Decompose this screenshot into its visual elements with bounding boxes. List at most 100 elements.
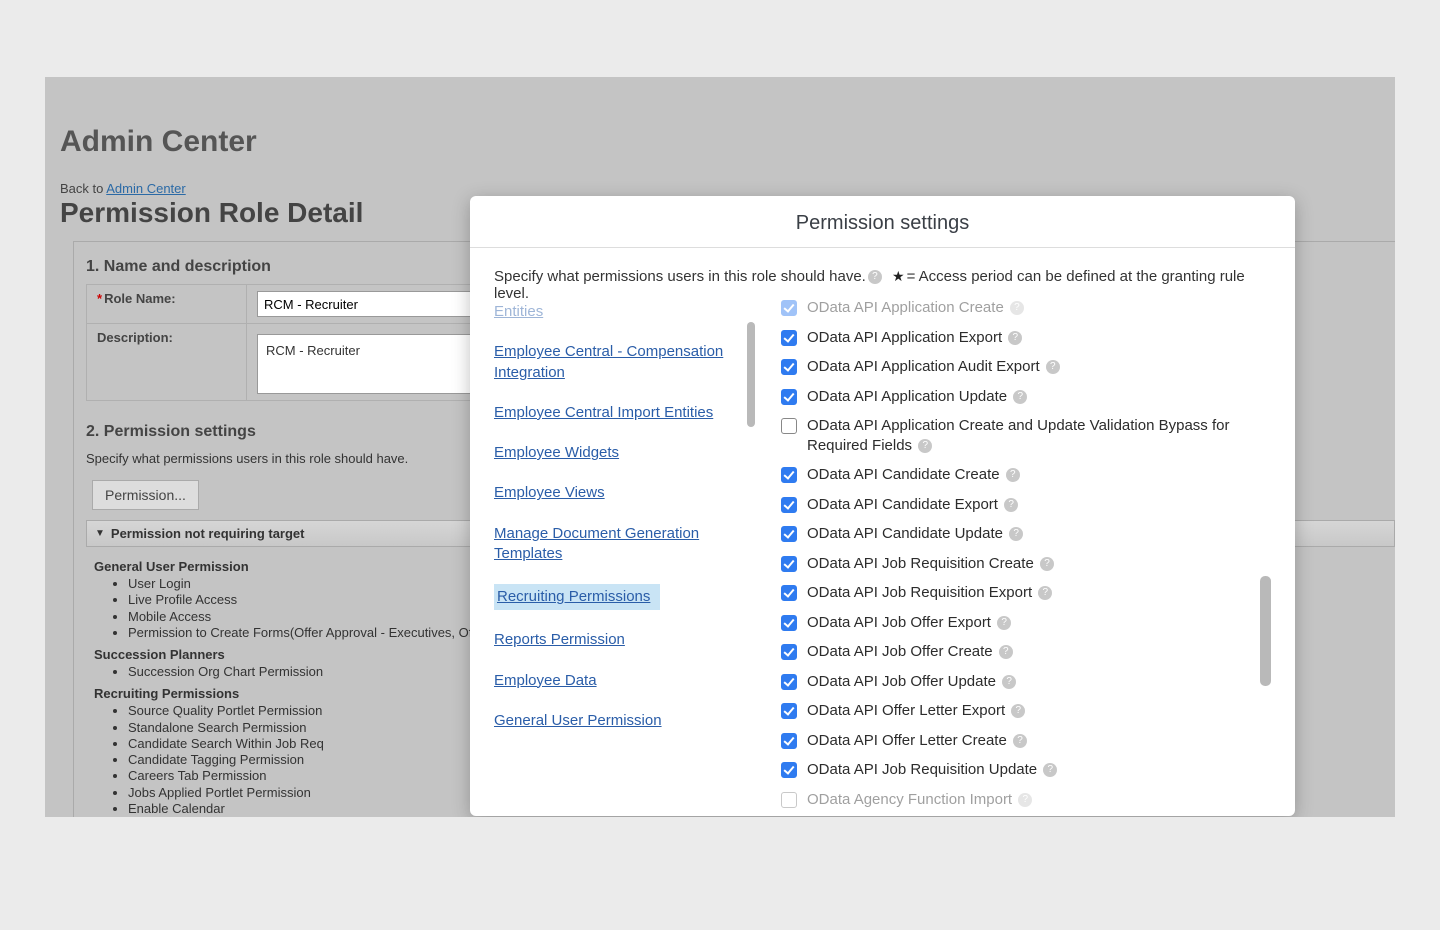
permission-checkbox[interactable] [781,615,797,631]
permission-row: OData API Candidate Update ? [781,524,1271,544]
permission-row: OData API Job Requisition Create ? [781,554,1271,574]
permission-checkbox[interactable] [781,644,797,660]
category-item[interactable]: Employee Central - Compensation Integrat… [494,342,743,383]
required-asterisk: * [97,291,102,306]
permission-checkbox[interactable] [781,389,797,405]
permission-settings-modal: Permission settings Specify what permiss… [470,196,1295,816]
permission-row: OData API Application Update ? [781,387,1271,407]
permission-button[interactable]: Permission... [92,480,199,510]
help-icon[interactable]: ? [1011,704,1025,718]
permission-row: OData API Job Requisition Update ? [781,760,1271,780]
help-icon[interactable]: ? [1043,763,1057,777]
help-icon[interactable]: ? [1006,468,1020,482]
category-item[interactable]: Employee Widgets [494,443,619,463]
help-icon[interactable]: ? [999,645,1013,659]
modal-instruction: Specify what permissions users in this r… [494,268,1271,302]
permission-row: OData API Job Offer Export ? [781,613,1271,633]
permission-label: OData API Job Offer Create ? [807,642,1271,662]
permission-checkbox[interactable] [781,300,797,316]
permission-label: OData API Candidate Export ? [807,495,1271,515]
help-icon[interactable]: ? [1013,390,1027,404]
permission-row: OData API Job Offer Update ? [781,672,1271,692]
permission-row: OData API Application Audit Export ? [781,357,1271,377]
permission-checkbox[interactable] [781,762,797,778]
star-icon: ★ [892,268,905,284]
permission-label: OData API Offer Letter Export ? [807,701,1271,721]
page-title: Admin Center [60,125,257,159]
permission-row: OData API Job Offer Create ? [781,642,1271,662]
help-icon[interactable]: ? [1002,675,1016,689]
permission-label: OData API Candidate Create ? [807,465,1271,485]
permission-label: OData API Candidate Update ? [807,524,1271,544]
permission-label: OData API Job Requisition Update ? [807,760,1271,780]
help-icon[interactable]: ? [1010,301,1024,315]
permission-label: OData API Application Create ? [807,298,1271,318]
category-item[interactable]: Employee Central Import Entities [494,403,713,423]
permission-label: OData API Job Offer Update ? [807,672,1271,692]
category-item[interactable]: Entities [494,302,543,322]
permission-label: OData API Offer Letter Create ? [807,731,1271,751]
permission-row: OData API Application Create ? [781,298,1271,318]
help-icon[interactable]: ? [868,270,882,284]
chevron-down-icon: ▼ [95,528,105,539]
breadcrumb: Back to Admin Center [60,181,186,196]
permission-label: OData API Application Export ? [807,328,1271,348]
category-scrollbar[interactable] [747,322,755,427]
permission-checkbox[interactable] [781,733,797,749]
permission-label: OData API Job Requisition Create ? [807,554,1271,574]
help-icon[interactable]: ? [1008,331,1022,345]
permission-row: OData Agency Function Import ? [781,790,1271,810]
category-item[interactable]: Reports Permission [494,630,625,650]
permission-row: OData API Offer Letter Export ? [781,701,1271,721]
permission-checkbox[interactable] [781,330,797,346]
category-item[interactable]: Recruiting Permissions [494,584,660,610]
category-item[interactable]: Employee Data [494,671,597,691]
help-icon[interactable]: ? [1004,498,1018,512]
permission-checkbox[interactable] [781,497,797,513]
permission-checkbox[interactable] [781,556,797,572]
permission-checkbox[interactable] [781,359,797,375]
category-item[interactable]: Manage Document Generation Templates [494,524,743,565]
permission-label: OData API Application Audit Export ? [807,357,1271,377]
role-name-label: Role Name: [104,291,176,306]
permission-checkbox[interactable] [781,418,797,434]
help-icon[interactable]: ? [1013,734,1027,748]
help-icon[interactable]: ? [1018,793,1032,807]
permission-scrollbar[interactable] [1260,576,1271,686]
app-canvas: Admin Center Back to Admin Center Permis… [45,77,1395,817]
permission-label: OData API Job Offer Export ? [807,613,1271,633]
collapse-label: Permission not requiring target [111,526,305,541]
permission-label: OData Agency Function Import ? [807,790,1271,810]
permission-column: OData API Application Create ?OData API … [759,308,1271,816]
permission-row: OData API Application Create and Update … [781,416,1271,455]
modal-title: Permission settings [470,196,1295,248]
category-item[interactable]: General User Permission [494,711,662,731]
permission-row: OData API Candidate Create ? [781,465,1271,485]
permission-label: OData API Job Requisition Export ? [807,583,1271,603]
permission-row: OData API Job Requisition Export ? [781,583,1271,603]
permission-checkbox[interactable] [781,467,797,483]
permission-checkbox[interactable] [781,674,797,690]
permission-row: OData API Candidate Export ? [781,495,1271,515]
permission-row: OData API Application Export ? [781,328,1271,348]
page-subtitle: Permission Role Detail [60,197,363,229]
help-icon[interactable]: ? [1040,557,1054,571]
permission-label: OData API Application Create and Update … [807,416,1271,455]
help-icon[interactable]: ? [997,616,1011,630]
help-icon[interactable]: ? [1046,360,1060,374]
permission-checkbox[interactable] [781,703,797,719]
modal-instruction-a: Specify what permissions users in this r… [494,268,866,285]
category-column: EntitiesEmployee Central - Compensation … [494,308,759,816]
help-icon[interactable]: ? [1038,586,1052,600]
help-icon[interactable]: ? [1009,527,1023,541]
back-prefix: Back to [60,181,106,196]
permission-checkbox[interactable] [781,585,797,601]
back-link[interactable]: Admin Center [106,181,185,196]
permission-checkbox[interactable] [781,792,797,808]
description-label: Description: [97,330,173,345]
category-item[interactable]: Employee Views [494,483,605,503]
permission-row: OData API Offer Letter Create ? [781,731,1271,751]
help-icon[interactable]: ? [918,439,932,453]
permission-label: OData API Application Update ? [807,387,1271,407]
permission-checkbox[interactable] [781,526,797,542]
